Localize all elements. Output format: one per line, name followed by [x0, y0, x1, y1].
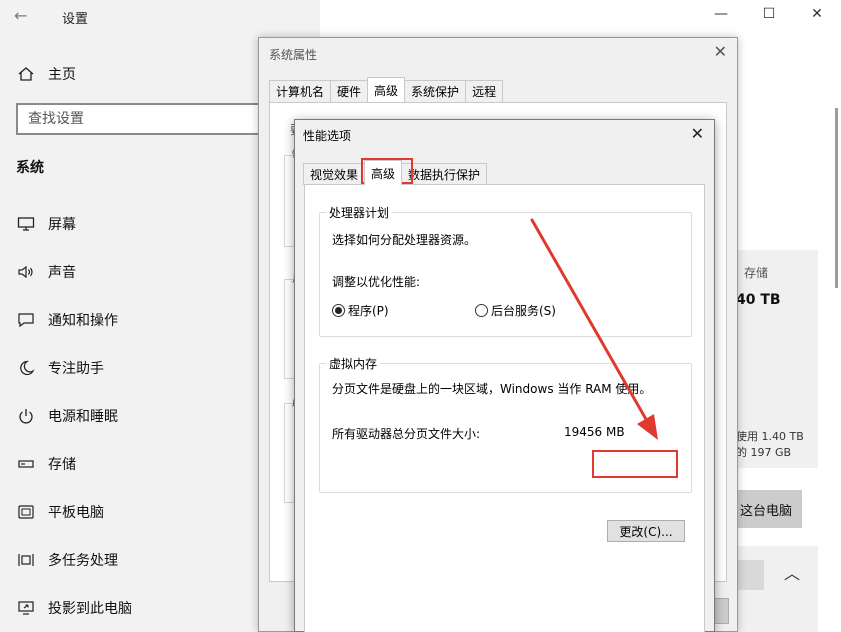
maximize-icon: ☐: [762, 6, 776, 22]
this-pc-button[interactable]: 这台电脑: [730, 490, 802, 528]
back-arrow-icon[interactable]: ←: [14, 6, 27, 25]
tablet-icon: [16, 503, 36, 521]
close-icon[interactable]: ✕: [691, 124, 704, 143]
sidebar-item-label: 通知和操作: [48, 313, 118, 329]
minimize-button[interactable]: —: [697, 6, 745, 28]
total-paging-label: 所有驱动器总分页文件大小:: [332, 427, 481, 441]
window-controls: — ☐ ✕: [697, 6, 841, 28]
performance-tabs: 视觉效果 高级 数据执行保护: [303, 160, 488, 185]
sidebar-item-label: 屏幕: [48, 217, 76, 233]
radio-selected-icon: [332, 304, 345, 317]
virtual-memory-description: 分页文件是硬盘上的一块区域，Windows 当作 RAM 使用。: [332, 382, 652, 396]
processor-description: 选择如何分配处理器资源。: [332, 233, 477, 247]
close-icon: ✕: [811, 6, 823, 22]
tab-advanced[interactable]: 高级: [364, 160, 403, 185]
moon-icon: [16, 359, 36, 377]
sidebar-item-multitasking[interactable]: 多任务处理: [16, 549, 118, 571]
tab-computer-name[interactable]: 计算机名: [269, 80, 332, 102]
close-icon[interactable]: ✕: [714, 42, 727, 61]
sidebar-item-focus-assist[interactable]: 专注助手: [16, 357, 104, 379]
sidebar-item-label: 投影到此电脑: [48, 601, 132, 617]
group-legend: 虚拟内存: [326, 355, 381, 372]
tab-data-execution-prevention[interactable]: 数据执行保护: [401, 163, 488, 185]
sidebar-item-sound[interactable]: 声音: [16, 261, 76, 283]
minimize-icon: —: [714, 6, 728, 22]
processor-scheduling-group: 处理器计划 选择如何分配处理器资源。 调整以优化性能: 程序(P) 后台服务(S…: [319, 204, 692, 337]
power-icon: [16, 407, 36, 425]
total-paging-value: 19456 MB: [564, 425, 625, 439]
storage-free-text: 的 197 GB: [736, 446, 792, 459]
storage-label: 存储: [744, 266, 769, 280]
group-legend: 处理器计划: [326, 204, 393, 221]
sidebar-item-label: 声音: [48, 265, 76, 281]
section-title: 系统: [16, 160, 44, 176]
system-properties-tabs: 计算机名 硬件 高级 系统保护 远程: [269, 77, 504, 102]
adjust-label: 调整以优化性能:: [332, 275, 421, 289]
nav-home[interactable]: 主页: [16, 64, 76, 84]
radio-programs[interactable]: 程序(P): [332, 302, 389, 319]
scrollbar[interactable]: [835, 108, 838, 288]
performance-advanced-content: 处理器计划 选择如何分配处理器资源。 调整以优化性能: 程序(P) 后台服务(S…: [304, 184, 705, 632]
sidebar-item-tablet[interactable]: 平板电脑: [16, 501, 104, 523]
speaker-icon: [16, 263, 36, 281]
sidebar-item-label: 平板电脑: [48, 505, 104, 521]
storage-used-text: 使用 1.40 TB: [736, 430, 804, 443]
sidebar-item-label: 存储: [48, 457, 76, 473]
radio-background-services[interactable]: 后台服务(S): [475, 302, 556, 319]
sidebar-item-label: 多任务处理: [48, 553, 118, 569]
monitor-icon: [16, 215, 36, 233]
project-icon: [16, 599, 36, 617]
sidebar-item-label: 专注助手: [48, 361, 104, 377]
multitask-icon: [16, 551, 36, 569]
storage-value: 40 TB: [736, 292, 781, 308]
change-button[interactable]: 更改(C)...: [607, 520, 685, 542]
dialog-title: 性能选项: [303, 129, 352, 143]
storage-panel: 存储 40 TB 使用 1.40 TB 的 197 GB: [730, 250, 818, 468]
home-icon: [16, 65, 36, 83]
nav-home-label: 主页: [48, 67, 76, 83]
virtual-memory-group: 虚拟内存 分页文件是硬盘上的一块区域，Windows 当作 RAM 使用。 所有…: [319, 355, 692, 493]
radio-label: 程序(P): [348, 304, 389, 318]
sidebar-item-label: 电源和睡眠: [48, 409, 118, 425]
tab-remote[interactable]: 远程: [465, 80, 504, 102]
chevron-up-icon[interactable]: ︿: [784, 560, 800, 584]
tab-visual-effects[interactable]: 视觉效果: [303, 163, 366, 185]
tab-hardware[interactable]: 硬件: [330, 80, 369, 102]
sidebar-item-display[interactable]: 屏幕: [16, 213, 76, 235]
storage-icon: [16, 455, 36, 473]
sidebar-item-power-sleep[interactable]: 电源和睡眠: [16, 405, 118, 427]
close-button[interactable]: ✕: [793, 6, 841, 28]
performance-options-dialog: 性能选项 ✕ 视觉效果 高级 数据执行保护 处理器计划 选择如何分配处理器资源。…: [294, 119, 715, 632]
tab-advanced[interactable]: 高级: [367, 77, 406, 102]
tab-system-protection[interactable]: 系统保护: [404, 80, 467, 102]
sidebar-item-project[interactable]: 投影到此电脑: [16, 597, 132, 619]
settings-title: 设置: [62, 12, 89, 27]
radio-label: 后台服务(S): [491, 304, 556, 318]
sidebar-item-notifications[interactable]: 通知和操作: [16, 309, 118, 331]
collapsed-panel: ︿: [730, 546, 818, 632]
radio-unselected-icon: [475, 304, 488, 317]
notification-icon: [16, 311, 36, 329]
dialog-title: 系统属性: [269, 48, 318, 62]
sidebar-item-storage[interactable]: 存储: [16, 453, 76, 475]
maximize-button[interactable]: ☐: [745, 6, 793, 28]
